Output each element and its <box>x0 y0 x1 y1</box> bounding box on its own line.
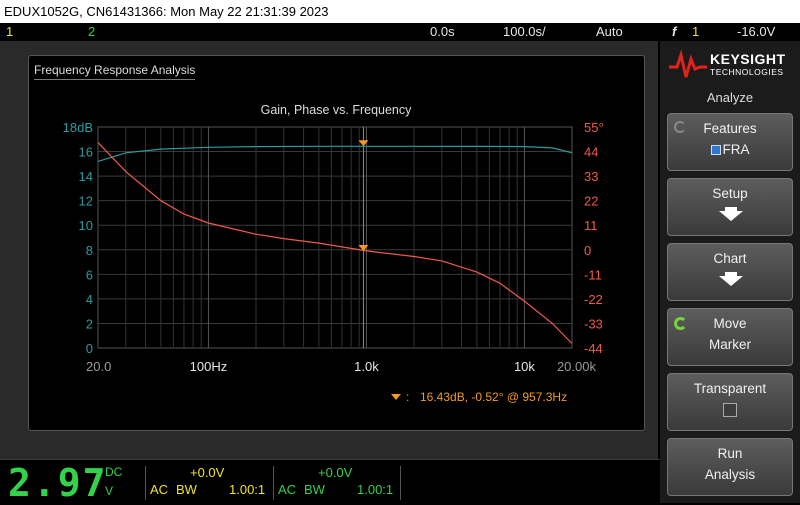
phase-axis-labels: 55° 44 33 22 11 0 -11 -22 -33 -44 <box>584 120 604 356</box>
run-analysis-softkey[interactable]: Run Analysis <box>667 438 793 496</box>
brand-subtitle: TECHNOLOGIES <box>710 67 784 77</box>
setup-softkey[interactable]: Setup <box>667 178 793 236</box>
trigger-channel: 1 <box>692 24 700 39</box>
svg-text::: : <box>406 390 409 404</box>
frequency-tick-label: 1.0k <box>354 359 379 374</box>
ch2-probe: 1.00:1 <box>357 482 394 497</box>
trigger-edge-icon: f <box>672 24 677 39</box>
marker-readout-icon <box>391 394 401 400</box>
gain-axis-labels: 18dB 16 14 12 10 8 6 4 2 0 <box>63 120 93 356</box>
gain-tick-label: 14 <box>79 169 93 184</box>
gain-tick-label: 2 <box>86 316 93 331</box>
setup-label: Setup <box>712 186 748 201</box>
ch1-coupling: AC <box>150 482 169 497</box>
chart-label: Chart <box>713 251 747 266</box>
checkbox-unchecked-icon <box>723 403 737 417</box>
features-softkey[interactable]: Features FRA <box>667 113 793 171</box>
run-label: Run <box>717 446 743 461</box>
ch2-bw-limit: BW <box>304 482 325 497</box>
dvm-unit: V <box>105 484 114 498</box>
frequency-tick-label: 20.00k <box>557 359 597 374</box>
menu-title: Analyze <box>706 90 754 105</box>
frequency-tick-label: 10k <box>514 359 535 374</box>
checkbox-checked-icon <box>710 145 721 155</box>
fra-chart: Gain, Phase vs. Frequency 18dB 16 14 12 10 8 6… <box>63 103 604 404</box>
gain-tick-label: 0 <box>86 341 93 356</box>
svg-text:16.43dB, -0.52° @ 957.3Hz: 16.43dB, -0.52° @ 957.3Hz <box>420 390 567 404</box>
gain-tick-label: 6 <box>86 267 93 282</box>
gain-tick-label: 18dB <box>63 120 93 135</box>
marker-label: Marker <box>708 337 751 352</box>
transparent-softkey[interactable]: Transparent <box>667 373 793 431</box>
phase-tick-label: 44 <box>584 145 598 160</box>
gain-tick-label: 4 <box>86 292 93 307</box>
phase-tick-label: 0 <box>584 243 591 258</box>
dvm-mode: DC <box>105 465 123 479</box>
move-label: Move <box>713 316 747 331</box>
gain-tick-label: 12 <box>79 194 93 209</box>
phase-tick-label: 55° <box>584 120 604 135</box>
move-marker-softkey[interactable]: Move Marker <box>667 308 793 366</box>
phase-tick-label: 11 <box>584 218 598 233</box>
phase-tick-label: -11 <box>584 267 602 282</box>
submenu-arrow-icon <box>719 211 743 221</box>
phase-tick-label: -22 <box>584 292 603 307</box>
gain-tick-label: 16 <box>79 145 93 160</box>
submenu-arrow-icon <box>719 276 743 286</box>
phase-tick-label: -33 <box>584 316 603 331</box>
gain-tick-label: 10 <box>79 218 93 233</box>
chart-softkey[interactable]: Chart <box>667 243 793 301</box>
ch1-bw-limit: BW <box>176 482 197 497</box>
plot-area <box>97 126 573 349</box>
dvm-reading: 2.97 <box>8 461 108 505</box>
frequency-tick-label: 100Hz <box>190 359 228 374</box>
transparent-label: Transparent <box>693 381 767 396</box>
phase-tick-label: -44 <box>584 341 603 356</box>
ch2-offset[interactable]: +0.0V <box>318 465 352 480</box>
features-label: Features <box>703 121 757 136</box>
phase-tick-label: 33 <box>584 169 598 184</box>
ch2-coupling: AC <box>278 482 297 497</box>
frequency-axis-labels: 20.0 100Hz 1.0k 10k 20.00k <box>86 359 596 374</box>
marker-readout: : 16.43dB, -0.52° @ 957.3Hz <box>391 390 567 404</box>
frequency-tick-label: 20.0 <box>86 359 111 374</box>
ch1-offset[interactable]: +0.0V <box>190 465 224 480</box>
chart-title: Gain, Phase vs. Frequency <box>261 103 413 117</box>
brand-name: KEYSIGHT <box>710 51 786 67</box>
phase-tick-label: 22 <box>584 194 598 209</box>
trigger-level: -16.0V <box>737 24 776 39</box>
ch1-probe: 1.00:1 <box>229 482 266 497</box>
analysis-label: Analysis <box>704 467 756 482</box>
gain-tick-label: 8 <box>86 243 93 258</box>
features-value: FRA <box>722 142 750 157</box>
